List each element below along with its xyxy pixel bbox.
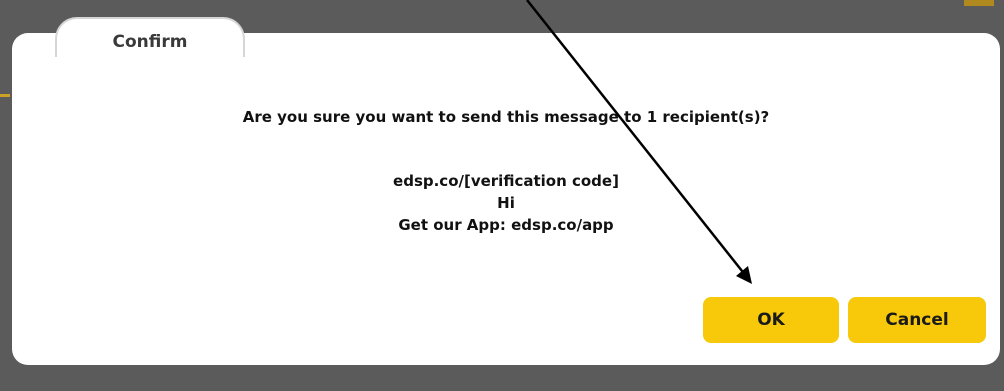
message-line: edsp.co/[verification code] <box>393 172 619 190</box>
cancel-button[interactable]: Cancel <box>848 297 986 343</box>
message-preview: edsp.co/[verification code] Hi Get our A… <box>12 170 1000 236</box>
message-line: Get our App: edsp.co/app <box>398 216 614 234</box>
confirm-question: Are you sure you want to send this messa… <box>242 108 770 126</box>
dialog-tab: Confirm <box>55 17 245 57</box>
ok-button[interactable]: OK <box>703 297 839 343</box>
message-line: Hi <box>497 194 515 212</box>
backdrop-accent <box>0 94 10 97</box>
backdrop-corner <box>964 0 994 6</box>
dialog-title: Confirm <box>112 32 188 52</box>
dialog-body: Are you sure you want to send this messa… <box>12 104 1000 236</box>
